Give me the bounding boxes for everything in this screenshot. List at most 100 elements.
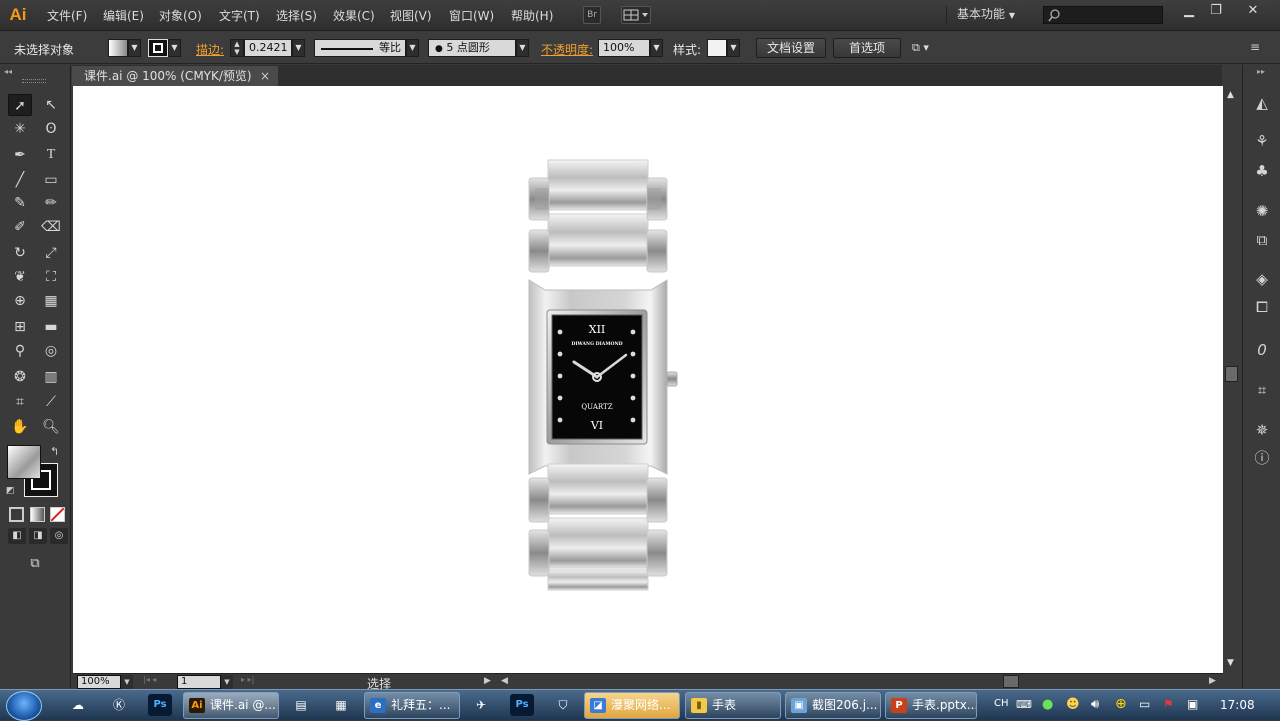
symbol-sprayer-tool-icon[interactable]: ❂ — [8, 366, 32, 388]
toolbox-grip[interactable] — [22, 79, 46, 83]
color-guide-icon[interactable]: ◭ — [1251, 93, 1273, 113]
quicklaunch-photoshop-icon[interactable]: Ps — [148, 694, 172, 716]
arrange-documents-button[interactable] — [621, 6, 651, 24]
fill-dropdown[interactable]: ▼ — [128, 39, 141, 57]
collapse-toolbox-icon[interactable]: ◂◂ — [4, 67, 12, 76]
zoom-dropdown[interactable]: ▼ — [121, 675, 133, 689]
workspace-switcher[interactable]: 基本功能 ▼ — [946, 6, 1030, 24]
paintbrush-tool-icon[interactable]: ✎ — [8, 192, 32, 214]
scroll-right-icon[interactable]: ▶ — [1209, 676, 1216, 686]
scale-tool-icon[interactable]: ⤢ — [39, 242, 63, 264]
draw-behind-icon[interactable]: ◨ — [29, 528, 47, 544]
rotate-tool-icon[interactable]: ↻ — [8, 242, 32, 264]
stroke-label[interactable]: 描边: — [196, 41, 224, 58]
variable-width-profile[interactable]: 等比 — [314, 39, 406, 57]
type-tool-icon[interactable]: T — [39, 144, 63, 166]
direct-selection-tool-icon[interactable]: ↖ — [39, 94, 63, 116]
pen-tool-icon[interactable]: ✒ — [8, 144, 32, 166]
vertical-scrollbar[interactable]: ▲ ▼ — [1223, 86, 1240, 673]
volume-icon[interactable]: 🔊︎ — [1091, 697, 1099, 712]
status-menu-icon[interactable]: ▶ — [484, 676, 491, 686]
fill-swatch[interactable] — [108, 39, 128, 57]
stroke-weight-dropdown[interactable]: ▼ — [292, 39, 305, 57]
draw-inside-icon[interactable]: ◎ — [50, 528, 68, 544]
search-input[interactable] — [1043, 6, 1163, 24]
style-dropdown[interactable]: ▼ — [727, 39, 740, 57]
menu-select[interactable]: 选择(S) — [276, 7, 317, 24]
gradient-mode-icon[interactable] — [30, 507, 45, 522]
scroll-up-icon[interactable]: ▲ — [1227, 90, 1234, 100]
lasso-tool-icon[interactable]: ʘ — [39, 118, 63, 140]
preferences-button[interactable]: 首选项 — [833, 38, 901, 58]
appearance-icon[interactable]: ✺ — [1251, 201, 1273, 221]
none-mode-icon[interactable] — [50, 507, 65, 522]
menu-window[interactable]: 窗口(W) — [449, 7, 494, 24]
hand-tool-icon[interactable]: ✋ — [8, 416, 32, 438]
zoom-tool-icon[interactable]: 🔍︎ — [39, 416, 63, 438]
artboard-tool-icon[interactable]: ⌗ — [8, 391, 32, 413]
qq-icon[interactable]: ☻ — [1066, 697, 1080, 712]
quicklaunch-explorer-icon[interactable]: ▦ — [329, 694, 353, 716]
layers-icon[interactable]: ◈ — [1251, 269, 1273, 289]
warp-tool-icon[interactable]: ❦ — [8, 266, 32, 288]
first-artboard-icon[interactable]: |◂ ◂ — [143, 675, 156, 684]
menu-view[interactable]: 视图(V) — [390, 7, 432, 24]
symbols-icon[interactable]: ♣ — [1251, 161, 1273, 181]
quicklaunch-photoshop-2-icon[interactable]: Ps — [510, 694, 534, 716]
quicklaunch-calculator-icon[interactable]: ▤ — [289, 694, 313, 716]
quicklaunch-shield-icon[interactable]: ⛉ — [551, 694, 575, 716]
taskbar-clock[interactable]: 17:08 — [1220, 698, 1255, 712]
transform-icon[interactable]: ⌗ — [1251, 380, 1273, 400]
opacity-label[interactable]: 不透明度: — [541, 41, 593, 58]
stroke-stepper[interactable]: ▲ ▼ — [230, 39, 244, 57]
slice-tool-icon[interactable]: ⟋ — [39, 391, 63, 413]
stroke-weight-field[interactable]: 0.2421 — [244, 39, 292, 57]
gradient-tool-icon[interactable]: ▬ — [39, 316, 63, 338]
security-icon[interactable]: ⚑ — [1163, 697, 1174, 711]
artboards-icon[interactable]: ⧠ — [1251, 297, 1273, 317]
navigator-icon[interactable]: ✵ — [1251, 420, 1273, 440]
document-tab[interactable]: 课件.ai @ 100% (CMYK/预览) × — [72, 66, 278, 86]
zoom-field[interactable]: 100% — [77, 675, 121, 689]
brushes-icon[interactable]: ⚘ — [1251, 131, 1273, 151]
selection-tool-icon[interactable]: ➚ — [8, 94, 32, 116]
collapse-dock-icon[interactable]: ▸▸ — [1257, 67, 1265, 76]
task-illustrator[interactable]: Ai 课件.ai @... — [183, 692, 279, 719]
rectangle-tool-icon[interactable]: ▭ — [39, 169, 63, 191]
eraser-tool-icon[interactable]: ⌫ — [39, 216, 63, 238]
menu-edit[interactable]: 编辑(E) — [103, 7, 144, 24]
wechat-icon[interactable]: ● — [1042, 697, 1053, 712]
info-icon[interactable]: ⓘ — [1251, 448, 1273, 468]
swap-colors-icon[interactable]: ↰ — [50, 445, 59, 458]
network-icon[interactable]: ▭ — [1139, 697, 1150, 711]
brush-dropdown[interactable]: ▼ — [516, 39, 529, 57]
shape-builder-tool-icon[interactable]: ⊕ — [8, 290, 32, 312]
artboard-dropdown[interactable]: ▼ — [221, 675, 233, 689]
task-powerpoint[interactable]: P 手表.pptx... — [885, 692, 977, 719]
eyedropper-tool-icon[interactable]: ⚲ — [8, 340, 32, 362]
pencil-tool-icon[interactable]: ✏ — [39, 192, 63, 214]
blob-brush-tool-icon[interactable]: ✐ — [8, 216, 32, 238]
free-transform-tool-icon[interactable]: ⛶ — [39, 266, 63, 288]
scroll-down-icon[interactable]: ▼ — [1227, 658, 1234, 668]
column-graph-tool-icon[interactable]: ▥ — [39, 366, 63, 388]
menu-effect[interactable]: 效果(C) — [333, 7, 375, 24]
line-tool-icon[interactable]: ╱ — [8, 169, 32, 191]
display-icon[interactable]: ▣ — [1187, 697, 1198, 711]
opacity-field[interactable]: 100% — [598, 39, 650, 57]
bridge-button[interactable]: Br — [583, 6, 601, 24]
magic-wand-tool-icon[interactable]: ✳ — [8, 118, 32, 140]
start-button[interactable] — [6, 691, 42, 721]
stroke-dropdown[interactable]: ▼ — [168, 39, 181, 57]
task-folder[interactable]: ▮ 手表 — [685, 692, 781, 719]
restore-button[interactable]: ❐ — [1203, 2, 1229, 20]
task-browser[interactable]: e 礼拜五：... — [364, 692, 460, 719]
watch-artwork[interactable]: XII VI DIWANG DIAMOND QUARTZ — [73, 86, 1223, 673]
blend-tool-icon[interactable]: ◎ — [39, 340, 63, 362]
menu-type[interactable]: 文字(T) — [219, 7, 260, 24]
default-colors-icon[interactable]: ◩ — [6, 486, 15, 496]
input-language[interactable]: CH — [994, 698, 1009, 709]
graphic-styles-icon[interactable]: ⧉ — [1251, 230, 1273, 250]
fill-color-front[interactable] — [7, 445, 41, 479]
stroke-swatch[interactable] — [148, 39, 168, 57]
